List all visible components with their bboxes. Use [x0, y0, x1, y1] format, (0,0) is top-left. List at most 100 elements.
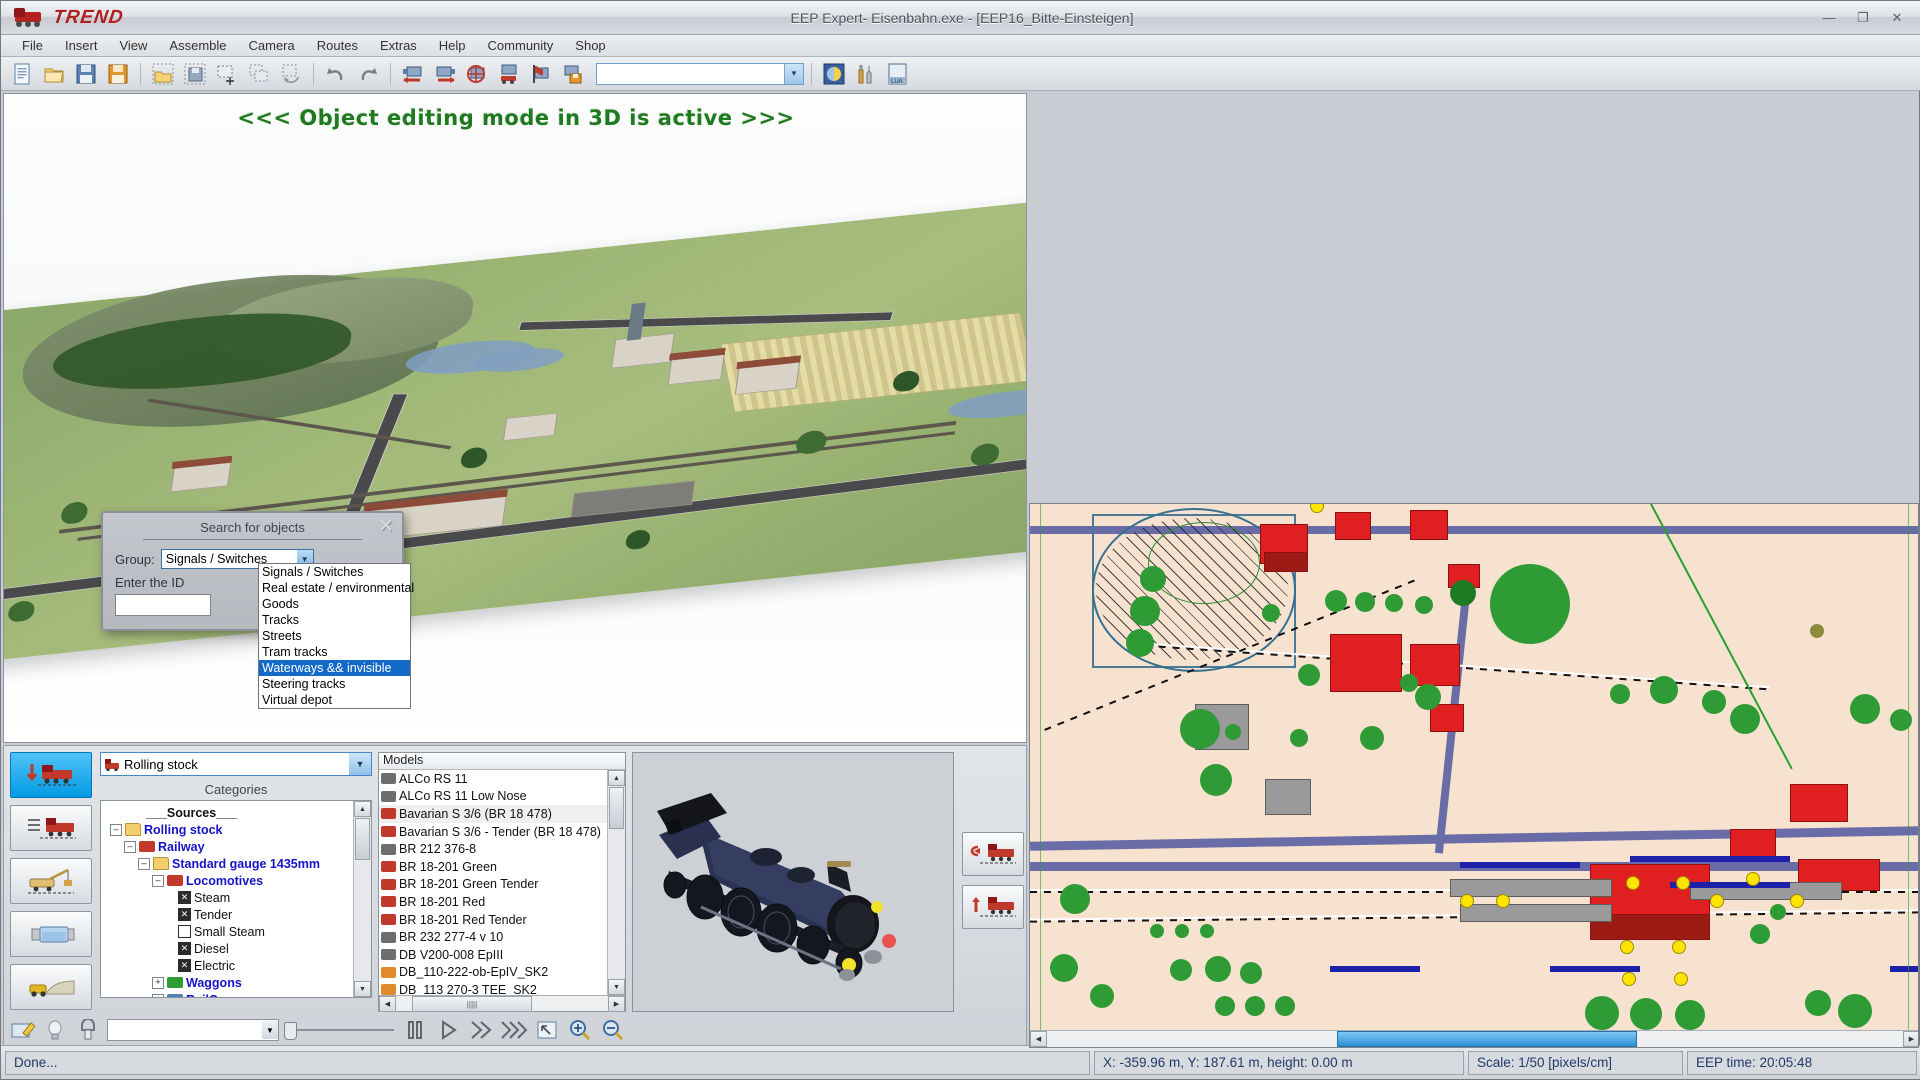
- dropdown-option[interactable]: Streets: [259, 628, 410, 644]
- tank-container-button[interactable]: [10, 911, 92, 957]
- menu-community[interactable]: Community: [477, 36, 565, 55]
- models-vertical-scrollbar[interactable]: ▲ ▼: [607, 770, 625, 995]
- coupling-icon[interactable]: [74, 1018, 102, 1042]
- scroll-thumb[interactable]: [609, 787, 624, 829]
- bulk-cargo-button[interactable]: [10, 964, 92, 1010]
- model-row[interactable]: DB_113 270-3 TEE_SK2: [379, 981, 607, 995]
- scroll-track[interactable]: [1047, 1031, 1903, 1047]
- map-signal[interactable]: [1460, 894, 1474, 908]
- open-partial-icon[interactable]: [148, 59, 178, 89]
- tree-node-small-steam[interactable]: Small Steam: [104, 923, 353, 940]
- dropdown-option[interactable]: Virtual depot: [259, 692, 410, 708]
- tree-node-waggons[interactable]: + Waggons: [104, 974, 353, 991]
- undo-icon[interactable]: [321, 59, 351, 89]
- crane-goods-button[interactable]: [10, 858, 92, 904]
- maximize-button[interactable]: ❐: [1847, 6, 1879, 30]
- scroll-thumb[interactable]: |||||: [412, 996, 532, 1012]
- camera-flag-icon[interactable]: [526, 59, 556, 89]
- expander-icon[interactable]: –: [152, 875, 164, 887]
- rolling-stock-list-button[interactable]: [10, 805, 92, 851]
- category-tree[interactable]: ___Sources___ – Rolling stock – Railway …: [100, 800, 372, 998]
- map-signal[interactable]: [1746, 872, 1760, 886]
- scroll-track[interactable]: |||||: [396, 996, 608, 1011]
- pause-icon[interactable]: [401, 1018, 429, 1042]
- map-building[interactable]: [1430, 704, 1464, 732]
- scroll-thumb[interactable]: [355, 818, 370, 860]
- lighting-icon[interactable]: [819, 59, 849, 89]
- edit-pen-icon[interactable]: [8, 1018, 36, 1042]
- camera-prev-icon[interactable]: [398, 59, 428, 89]
- map-signal[interactable]: [1710, 894, 1724, 908]
- camera-select-combo[interactable]: ▼: [596, 63, 804, 85]
- tools-icon[interactable]: [851, 59, 881, 89]
- dropdown-option[interactable]: Goods: [259, 596, 410, 612]
- reset-icon[interactable]: [533, 1018, 561, 1042]
- map-building-large[interactable]: [1330, 634, 1402, 692]
- map-signal[interactable]: [1790, 894, 1804, 908]
- scroll-left-button[interactable]: ◀: [379, 996, 396, 1012]
- map-signal[interactable]: [1622, 972, 1636, 986]
- dropdown-option[interactable]: Signals / Switches: [259, 564, 410, 580]
- scroll-up-button[interactable]: ▲: [608, 770, 625, 786]
- checkbox-checked-icon[interactable]: ✕: [178, 942, 191, 955]
- zoom-out-icon[interactable]: [599, 1018, 627, 1042]
- tree-node-standard-gauge[interactable]: – Standard gauge 1435mm: [104, 855, 353, 872]
- model-row[interactable]: BR 18-201 Green: [379, 858, 607, 876]
- dropdown-option[interactable]: Real estate / environmental: [259, 580, 410, 596]
- save-partial-icon[interactable]: [180, 59, 210, 89]
- map-building[interactable]: [1790, 784, 1848, 822]
- very-fast-forward-icon[interactable]: [500, 1018, 528, 1042]
- camera-next-icon[interactable]: [430, 59, 460, 89]
- tree-node-rolling-stock[interactable]: – Rolling stock: [104, 821, 353, 838]
- group-dropdown-list[interactable]: Signals / Switches Real estate / environ…: [258, 563, 411, 709]
- expander-icon[interactable]: –: [138, 858, 150, 870]
- chevron-down-icon[interactable]: ▼: [784, 64, 803, 84]
- models-horizontal-scrollbar[interactable]: ◀ ||||| ▶: [379, 995, 625, 1011]
- scroll-right-button[interactable]: ▶: [1903, 1031, 1919, 1047]
- expander-icon[interactable]: –: [124, 841, 136, 853]
- close-button[interactable]: ✕: [1881, 6, 1913, 30]
- copy-area-icon[interactable]: [244, 59, 274, 89]
- lua-script-icon[interactable]: LUA: [883, 59, 913, 89]
- chevron-down-icon[interactable]: ▼: [262, 1021, 278, 1039]
- model-row[interactable]: BR 18-201 Red Tender: [379, 911, 607, 929]
- checkbox-checked-icon[interactable]: ✕: [178, 891, 191, 904]
- model-row[interactable]: BR 18-201 Red: [379, 893, 607, 911]
- expander-icon[interactable]: –: [110, 824, 122, 836]
- dropdown-option[interactable]: Tram tracks: [259, 644, 410, 660]
- scroll-up-button[interactable]: ▲: [354, 801, 371, 817]
- scroll-thumb[interactable]: [1337, 1031, 1637, 1047]
- dropdown-option[interactable]: Tracks: [259, 612, 410, 628]
- menu-help[interactable]: Help: [428, 36, 477, 55]
- menu-routes[interactable]: Routes: [306, 36, 369, 55]
- camera-delete-icon[interactable]: [462, 59, 492, 89]
- map-building[interactable]: [1335, 512, 1371, 540]
- dropdown-option-selected[interactable]: Waterways && invisible: [259, 660, 410, 676]
- close-icon[interactable]: ✕: [378, 517, 394, 536]
- menu-insert[interactable]: Insert: [54, 36, 109, 55]
- fast-forward-icon[interactable]: [467, 1018, 495, 1042]
- model-row[interactable]: DB_110-222-ob-EpIV_SK2: [379, 964, 607, 982]
- checkbox-checked-icon[interactable]: ✕: [178, 908, 191, 921]
- map-signal[interactable]: [1672, 940, 1686, 954]
- dropdown-option[interactable]: Steering tracks: [259, 676, 410, 692]
- checkbox-unchecked-icon[interactable]: [178, 925, 191, 938]
- model-row[interactable]: Bavarian S 3/6 - Tender (BR 18 478): [379, 823, 607, 841]
- place-turned-loco-button[interactable]: [962, 832, 1024, 876]
- map-horizontal-scrollbar[interactable]: ◀ ▶: [1030, 1030, 1919, 1047]
- menu-camera[interactable]: Camera: [238, 36, 306, 55]
- tree-node-railcar[interactable]: + RailCar: [104, 991, 353, 997]
- save-as-icon[interactable]: [103, 59, 133, 89]
- train-select-combo[interactable]: ▼: [107, 1019, 279, 1041]
- place-forward-loco-button[interactable]: [962, 885, 1024, 929]
- model-row[interactable]: BR 18-201 Green Tender: [379, 876, 607, 894]
- scroll-left-button[interactable]: ◀: [1030, 1031, 1047, 1047]
- menu-extras[interactable]: Extras: [369, 36, 428, 55]
- menu-view[interactable]: View: [108, 36, 158, 55]
- select-area-icon[interactable]: [212, 59, 242, 89]
- rotate-area-icon[interactable]: [276, 59, 306, 89]
- category-tree-scrollbar[interactable]: ▲ ▼: [353, 801, 371, 997]
- map-building-gray[interactable]: [1265, 779, 1311, 815]
- map-building[interactable]: [1410, 510, 1448, 540]
- scroll-right-button[interactable]: ▶: [608, 996, 625, 1012]
